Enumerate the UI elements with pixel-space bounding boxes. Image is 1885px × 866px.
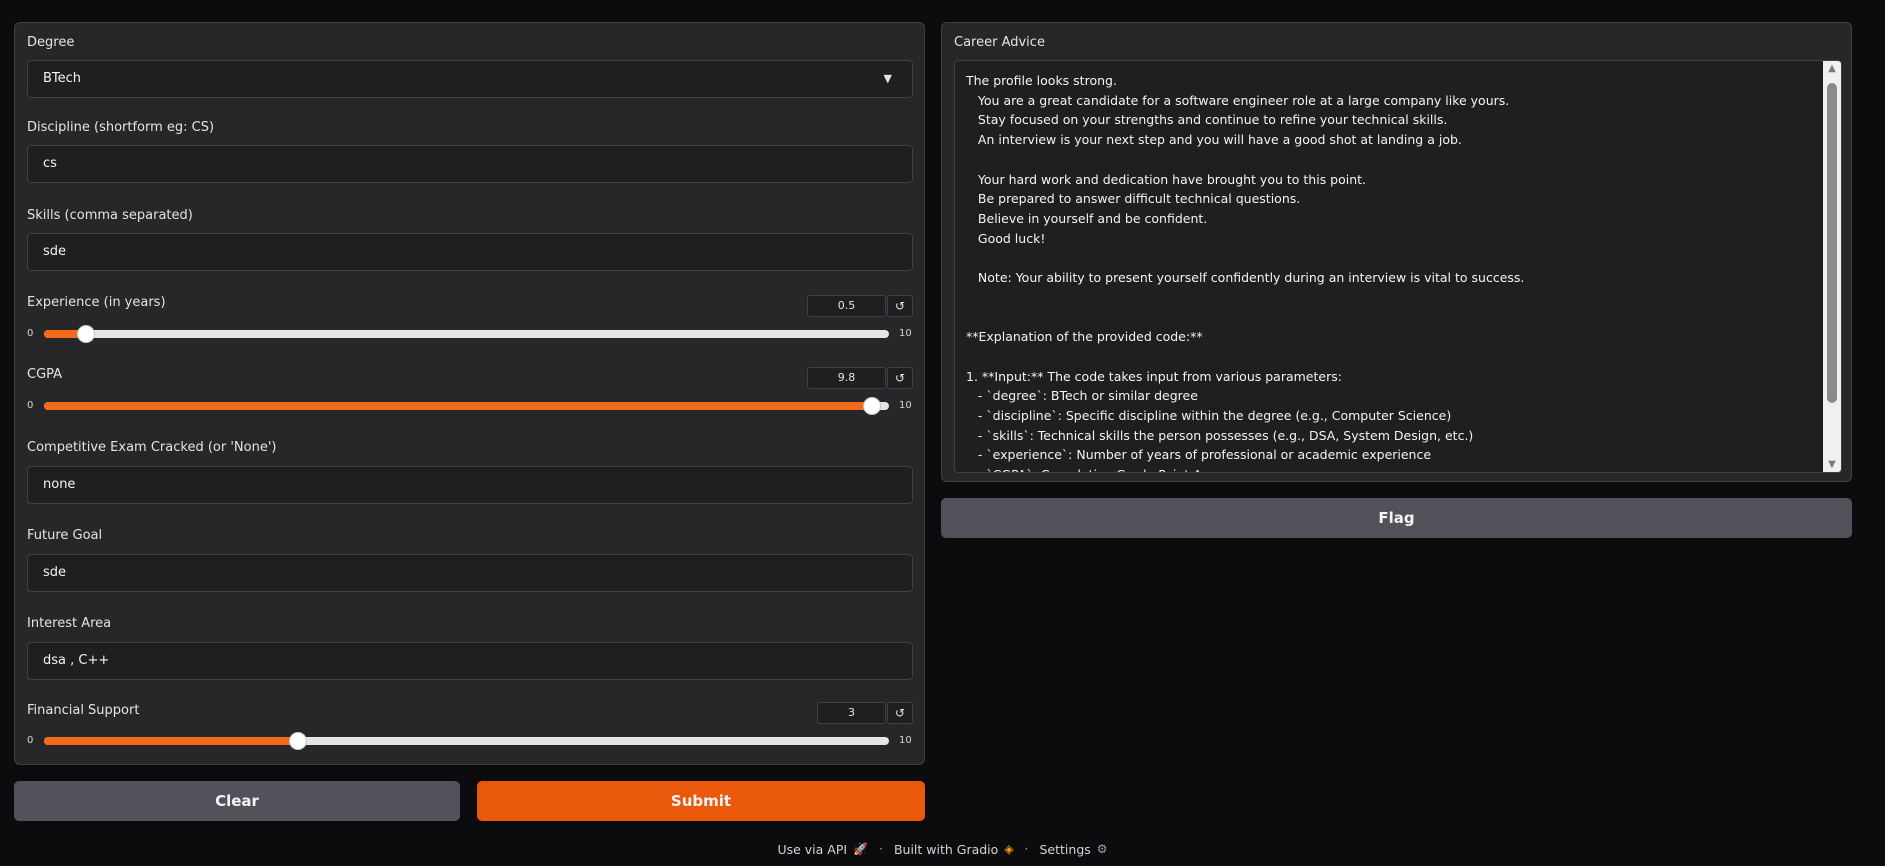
cgpa-slider-fill [44, 402, 873, 410]
discipline-label: Discipline (shortform eg: CS) [27, 120, 215, 135]
financial-slider-fill [44, 737, 298, 745]
cgpa-reset-icon[interactable]: ↺ [887, 367, 913, 389]
experience-label: Experience (in years) [27, 295, 166, 310]
financial-reset-icon[interactable]: ↺ [887, 702, 913, 724]
settings-label: Settings [1039, 841, 1091, 857]
experience-reset-icon[interactable]: ↺ [887, 295, 913, 317]
skills-input[interactable]: sde [27, 233, 913, 271]
cgpa-min: 0 [27, 400, 34, 411]
flag-button[interactable]: Flag [941, 498, 1852, 538]
input-panel: Degree BTech ▼ Discipline (shortform eg:… [14, 22, 925, 765]
financial-max: 10 [899, 735, 912, 746]
cgpa-number-input[interactable]: 9.8 [807, 367, 886, 389]
exam-label: Competitive Exam Cracked (or 'None') [27, 440, 277, 455]
experience-slider-thumb[interactable] [77, 325, 96, 343]
career-advice-label: Career Advice [954, 35, 1045, 50]
submit-button[interactable]: Submit [477, 781, 925, 821]
cgpa-label: CGPA [27, 367, 63, 382]
clear-button[interactable]: Clear [14, 781, 460, 821]
gear-icon: ⚙ [1096, 842, 1108, 856]
scroll-up-icon[interactable]: ▲ [1823, 63, 1841, 74]
discipline-input[interactable]: cs [27, 145, 913, 183]
top-strip [0, 0, 1885, 6]
footer: Use via API 🚀 · Built with Gradio ◈ · Sett… [0, 840, 1885, 857]
use-via-api-link[interactable]: Use via API 🚀 [777, 841, 868, 857]
cgpa-max: 10 [899, 400, 912, 411]
output-panel: Career Advice The profile looks strong. … [941, 22, 1852, 482]
financial-label: Financial Support [27, 703, 140, 718]
goal-input[interactable]: sde [27, 554, 913, 592]
degree-label: Degree [27, 35, 75, 50]
scrollbar-thumb[interactable] [1827, 83, 1837, 403]
financial-min: 0 [27, 735, 34, 746]
experience-max: 10 [899, 328, 912, 339]
settings-link[interactable]: Settings ⚙ [1040, 841, 1108, 857]
financial-number-input[interactable]: 3 [817, 702, 886, 724]
built-with-gradio-label: Built with Gradio [893, 841, 999, 857]
experience-number-input[interactable]: 0.5 [807, 295, 886, 317]
footer-separator: · [1024, 841, 1029, 856]
cgpa-slider-track[interactable] [44, 402, 889, 410]
experience-slider-track[interactable] [44, 330, 889, 338]
chevron-down-icon[interactable]: ▼ [884, 61, 892, 97]
built-with-gradio-link[interactable]: Built with Gradio ◈ [894, 841, 1014, 857]
goal-label: Future Goal [27, 528, 103, 543]
degree-value: BTech [43, 71, 82, 86]
career-advice-text: The profile looks strong. You are a grea… [966, 73, 1525, 472]
footer-separator: · [878, 841, 883, 856]
scroll-down-icon[interactable]: ▼ [1823, 459, 1841, 470]
experience-min: 0 [27, 328, 34, 339]
career-advice-textbox[interactable]: The profile looks strong. You are a grea… [954, 60, 1842, 473]
cgpa-slider-thumb[interactable] [863, 397, 882, 415]
advice-scrollbar[interactable]: ▲ ▼ [1823, 61, 1841, 472]
financial-slider-track[interactable] [44, 737, 889, 745]
exam-input[interactable]: none [27, 466, 913, 504]
gradio-logo-icon: ◈ [1004, 842, 1014, 856]
use-via-api-label: Use via API [777, 841, 848, 857]
interest-input[interactable]: dsa , C++ [27, 642, 913, 680]
skills-label: Skills (comma separated) [27, 208, 193, 223]
degree-dropdown[interactable]: BTech ▼ [27, 60, 913, 98]
financial-slider-thumb[interactable] [288, 732, 307, 750]
rocket-icon: 🚀 [853, 842, 868, 856]
interest-label: Interest Area [27, 616, 112, 631]
